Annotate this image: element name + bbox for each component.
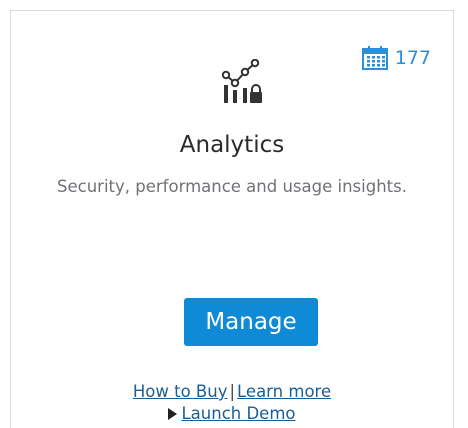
link-separator: | (229, 382, 236, 401)
service-card-analytics: 177 Analytics Security, performance and … (10, 10, 454, 428)
card-links: How to Buy | Learn more Launch Demo (11, 381, 453, 425)
card-title: Analytics (179, 132, 285, 158)
learn-more-link[interactable]: Learn more (237, 382, 331, 401)
badge-count: 177 (394, 47, 431, 69)
play-icon (168, 408, 178, 420)
launch-demo-link[interactable]: Launch Demo (181, 404, 295, 423)
card-subtitle: Security, performance and usage insights… (57, 177, 407, 196)
manage-button[interactable]: Manage (184, 298, 318, 346)
page: 177 Analytics Security, performance and … (0, 0, 468, 428)
how-to-buy-link[interactable]: How to Buy (133, 382, 228, 401)
launch-demo-row: Launch Demo (11, 403, 453, 425)
calendar-badge: 177 (361, 45, 431, 71)
analytics-chart-lock-icon (217, 58, 265, 105)
calendar-icon (361, 45, 389, 71)
